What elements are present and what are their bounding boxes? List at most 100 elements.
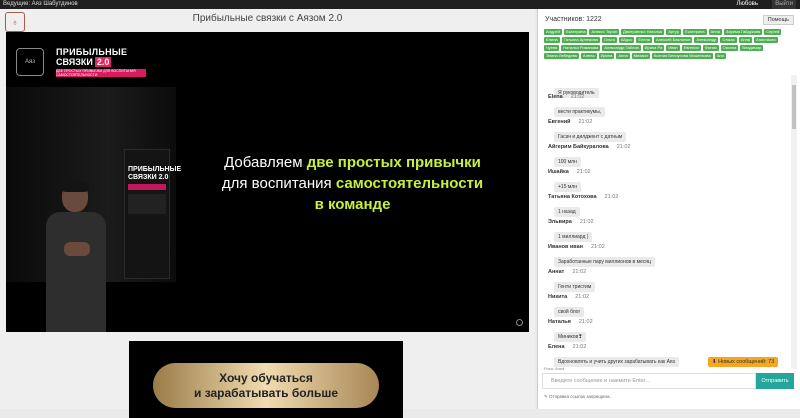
participant-chip[interactable]: Фатим — [702, 45, 719, 51]
participant-chip[interactable]: Александр Гайлов — [602, 45, 641, 51]
screen-line-2: СВЯЗКИ 2.0 — [128, 174, 169, 181]
chat-message: Евгений 21:02 Гасач и дилджент с датным — [548, 119, 627, 143]
participant-chip[interactable]: Михаил — [631, 53, 650, 59]
author-name: Ишайка — [548, 169, 569, 175]
message-time: 21:02 — [616, 144, 631, 150]
chat-message: Аннат 21:02 Генти тристим — [548, 269, 596, 293]
participant-chip[interactable]: Ани — [714, 53, 726, 59]
participant-chip[interactable]: Иван — [666, 45, 680, 51]
promo-banner: Хочу обучаться и зарабатывать больше — [129, 341, 403, 418]
message-time: 21:02 — [570, 94, 585, 100]
logout-button[interactable]: Выйти — [772, 0, 796, 9]
participant-chip[interactable]: Анастасия — [754, 37, 778, 43]
caption-part-1: Добавляем — [224, 154, 307, 171]
participant-chip[interactable]: Алексей Бакланов — [654, 37, 693, 43]
participant-chip[interactable]: Олжас — [720, 37, 737, 43]
author-name: Никита — [548, 294, 568, 300]
participant-chip[interactable]: Ирина — [598, 53, 615, 59]
message-time: 21:02 — [575, 294, 590, 300]
message-author: Елена 21:02 — [548, 344, 679, 350]
stage-screen: ПРИБЫЛЬНЫЕ СВЯЗКИ 2.0 — [124, 149, 181, 279]
message-author: Никита 21:02 — [548, 294, 589, 300]
main-area: ♁ Прибыльные связки с Аязом 2.0 Аяз ПРИБ… — [0, 9, 535, 418]
message-text: 100 млн — [554, 157, 581, 167]
links-notice: ✎ Отправка ссылок запрещена. — [544, 394, 611, 399]
participant-chip[interactable]: Елена — [544, 37, 560, 43]
chat-message: Эльвира 21:02 1 миллиард ) — [548, 219, 594, 243]
message-time: 21:02 — [572, 344, 587, 350]
message-time: 21:02 — [572, 269, 587, 275]
participant-chip[interactable]: Айдос — [618, 37, 635, 43]
scrollbar-thumb[interactable] — [792, 85, 796, 129]
speaker-hair — [61, 180, 89, 192]
screen-line-1: ПРИБЫЛЬНЫЕ — [128, 166, 182, 173]
message-time: 21:02 — [604, 194, 619, 200]
participant-chip[interactable]: Александр — [694, 37, 719, 43]
participant-chip[interactable]: Анна — [708, 29, 722, 35]
brand-line-2: СВЯЗКИ 2.0 — [56, 57, 112, 67]
participant-chip[interactable]: Алексо Тирон — [589, 29, 620, 35]
participant-chip[interactable]: Екатерина — [683, 29, 707, 35]
speaker-body — [46, 212, 106, 332]
user-link[interactable]: Любовь — [736, 0, 758, 9]
participant-chip[interactable]: Наталья Романова — [561, 45, 601, 51]
message-time: 21:02 — [579, 219, 594, 225]
screen-block — [128, 194, 166, 214]
message-text: Гасач и дилджент с датным — [554, 132, 627, 142]
message-text: +15 млн — [554, 182, 581, 192]
top-bar: Ведущие: Аяз Шабутдинов Любовь Выйти — [0, 0, 800, 9]
participant-chip[interactable]: Ксения Белоусова Мишенкова — [652, 53, 713, 59]
chat-message: Татьяна Котохова 21:02 1 назад — [548, 194, 618, 218]
author-name: Айгерим Байкуралова — [548, 144, 609, 150]
chat-message: Наталья 21:02 Миников❣ — [548, 319, 593, 343]
participant-chip[interactable]: Ольга — [601, 37, 617, 43]
participant-chip[interactable]: Елена — [636, 37, 653, 43]
participant-chip[interactable]: Чуева — [544, 45, 560, 51]
chat-message: Ишайка 21:02 +15 млн — [548, 169, 591, 193]
participant-chip[interactable]: Евгения — [681, 45, 701, 51]
brand-line-1: ПРИБЫЛЬНЫЕ — [56, 47, 128, 57]
send-button[interactable]: Отправить — [756, 373, 794, 389]
screen-bar — [128, 184, 166, 190]
message-input[interactable]: Введите сообщение и нажмите Enter... — [542, 373, 756, 389]
speaker-hands — [64, 242, 90, 256]
promo-cta-button[interactable]: Хочу обучаться и зарабатывать больше — [153, 363, 379, 408]
video-settings-icon[interactable] — [516, 319, 523, 326]
video-player[interactable]: Аяз ПРИБЫЛЬНЫЕ СВЯЗКИ 2.0 ДВЕ ПРОСТЫХ ПРИ… — [6, 32, 529, 332]
participant-chip[interactable]: Элина Лебедева — [544, 53, 579, 59]
message-time: 21:02 — [578, 119, 593, 125]
message-author: Наталья 21:02 — [548, 319, 593, 325]
message-time: 21:02 — [578, 319, 593, 325]
message-text: свой блог — [554, 307, 585, 317]
message-author: Ишайка 21:02 — [548, 169, 591, 175]
participant-chip[interactable]: Зарема Гайдукова — [723, 29, 763, 35]
message-time: 21:02 — [590, 244, 605, 250]
message-author: Евгений 21:02 — [548, 119, 626, 125]
new-messages-button[interactable]: ⬇ Новых сообщений: 73 — [708, 357, 779, 367]
message-text: 1 миллиард ) — [554, 232, 593, 242]
participant-chip[interactable]: Алена — [580, 53, 597, 59]
speaker-figure — [46, 180, 106, 332]
participants-count: Участников: 1222 — [545, 16, 602, 23]
participant-chip[interactable]: Анна — [738, 37, 753, 43]
help-button[interactable]: Помощь — [762, 15, 794, 25]
author-name: Евгений — [548, 119, 571, 125]
participant-chip[interactable]: Ирина Ра — [642, 45, 665, 51]
participant-chip[interactable]: Екатерина — [563, 29, 588, 35]
participant-chip[interactable]: Андрей — [544, 29, 562, 35]
chat-scrollbar[interactable] — [791, 75, 797, 369]
participant-chip[interactable]: Анна — [616, 53, 630, 59]
participant-chip[interactable]: Артур — [666, 29, 682, 35]
participant-chip[interactable]: Владимир — [740, 45, 764, 51]
message-text: Миников❣ — [554, 332, 587, 342]
brand-version: 2.0 — [94, 57, 112, 67]
brand-tagline: ДВЕ ПРОСТЫХ ПРИВЫЧКИ ДЛЯ ВОСПИТАНИЯ САМО… — [56, 69, 146, 77]
video-caption: Добавляем две простых привычки для воспи… — [176, 152, 529, 215]
participant-chip[interactable]: Татьяна Артемова — [561, 37, 600, 43]
participant-chip[interactable]: Сергей — [764, 29, 782, 35]
caption-part-2: для воспитания — [221, 175, 336, 192]
participant-chip[interactable]: Оксана — [720, 45, 739, 51]
participant-chip[interactable]: Дмитриенко Наталья — [621, 29, 665, 35]
message-author: Аннат 21:02 — [548, 269, 595, 275]
chat-message: Елена 21:02 Вдохновлять и учить других зар… — [548, 344, 679, 368]
